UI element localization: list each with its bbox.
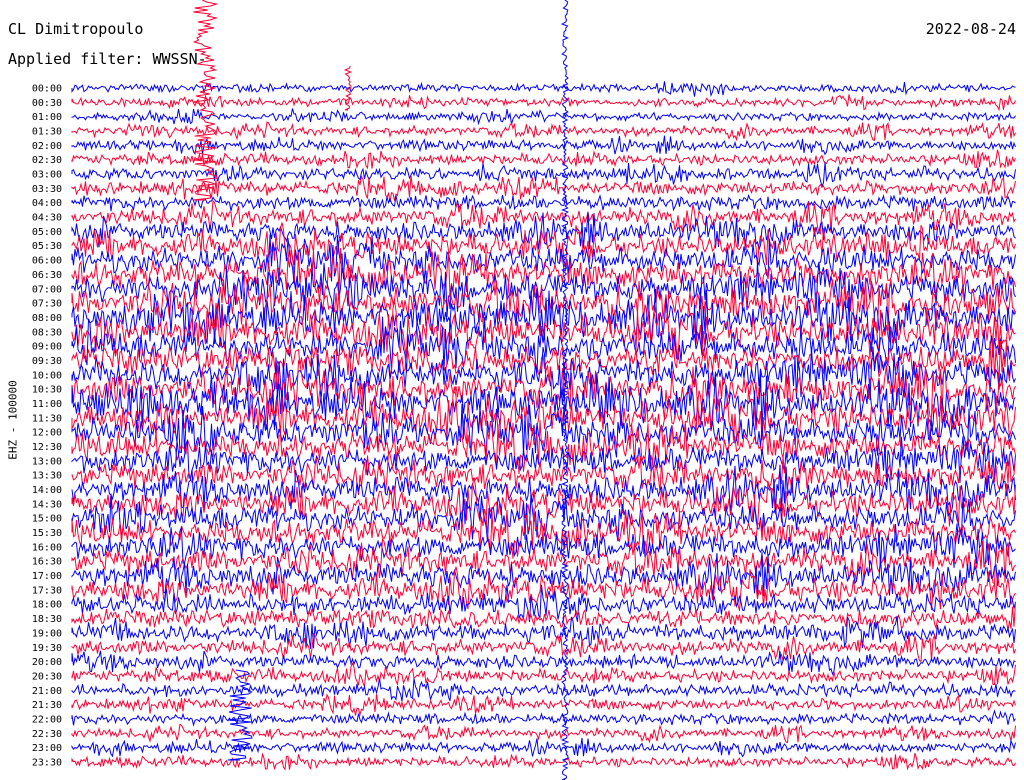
trace-2330 [71,752,1016,771]
hour-label-0700: 07:00 [32,284,62,295]
trace-0030 [71,94,1016,112]
hour-label-1330: 13:30 [32,471,62,482]
hour-label-0800: 08:00 [32,313,62,324]
hour-label-0530: 05:30 [32,241,62,252]
hour-label-1130: 11:30 [32,413,62,424]
trace-0100 [71,108,1016,126]
hour-label-0730: 07:30 [32,299,62,310]
hour-label-0230: 02:30 [32,155,62,166]
trace-group [71,0,1016,780]
hour-label-0630: 06:30 [32,270,62,281]
helicorder-plot: 00:00 00:30 01:00 01:30 02:00 02:30 03:00 03:30… [32,0,1016,780]
hour-label-1200: 12:00 [32,428,62,439]
hour-label-1100: 11:00 [32,399,62,410]
hour-label-0330: 03:30 [32,184,62,195]
hour-label-0100: 01:00 [32,112,62,123]
trace-0400 [71,193,1016,212]
trace-2300 [71,737,1016,758]
hour-label-1430: 14:30 [32,499,62,510]
hour-label-2330: 23:30 [32,757,62,768]
trace-1400 [71,464,1016,513]
hour-label-group: 00:00 00:30 01:00 01:30 02:00 02:30 03:00 03:30… [32,84,62,769]
hour-label-2200: 22:00 [32,714,62,725]
hour-label-0830: 08:30 [32,327,62,338]
hour-label-1730: 17:30 [32,585,62,596]
hour-label-0200: 02:00 [32,141,62,152]
trace-0230 [71,149,1016,170]
trace-2130 [71,693,1016,717]
hour-label-2100: 21:00 [32,686,62,697]
hour-label-1400: 14:00 [32,485,62,496]
hour-label-1700: 17:00 [32,571,62,582]
hour-label-0430: 04:30 [32,213,62,224]
hour-label-0300: 03:00 [32,170,62,181]
hour-label-1930: 19:30 [32,643,62,654]
hour-label-1030: 10:30 [32,385,62,396]
hour-label-2000: 20:00 [32,657,62,668]
hour-label-1630: 16:30 [32,557,62,568]
hour-label-0400: 04:00 [32,198,62,209]
trace-1700 [71,551,1016,598]
hour-label-1000: 10:00 [32,370,62,381]
hour-label-1300: 13:00 [32,456,62,467]
hour-label-2230: 22:30 [32,729,62,740]
hour-label-0600: 06:00 [32,256,62,267]
hour-label-2130: 21:30 [32,700,62,711]
hour-label-1900: 19:00 [32,628,62,639]
hour-label-0930: 09:30 [32,356,62,367]
hour-label-0000: 00:00 [32,84,62,95]
trace-2200 [71,709,1016,727]
hour-label-1230: 12:30 [32,442,62,453]
trace-2230 [71,723,1016,744]
hour-label-1800: 18:00 [32,600,62,611]
trace-2000 [71,650,1016,676]
hour-label-0500: 05:00 [32,227,62,238]
hour-label-1500: 15:00 [32,514,62,525]
trace-0200 [71,135,1016,156]
trace-2100 [71,678,1016,702]
hour-label-1530: 15:30 [32,528,62,539]
hour-label-0030: 00:30 [32,98,62,109]
hour-label-2030: 20:30 [32,671,62,682]
hour-label-1600: 16:00 [32,542,62,553]
hour-label-2300: 23:00 [32,743,62,754]
hour-label-0130: 01:30 [32,127,62,138]
hour-label-0900: 09:00 [32,342,62,353]
hour-label-1830: 18:30 [32,614,62,625]
